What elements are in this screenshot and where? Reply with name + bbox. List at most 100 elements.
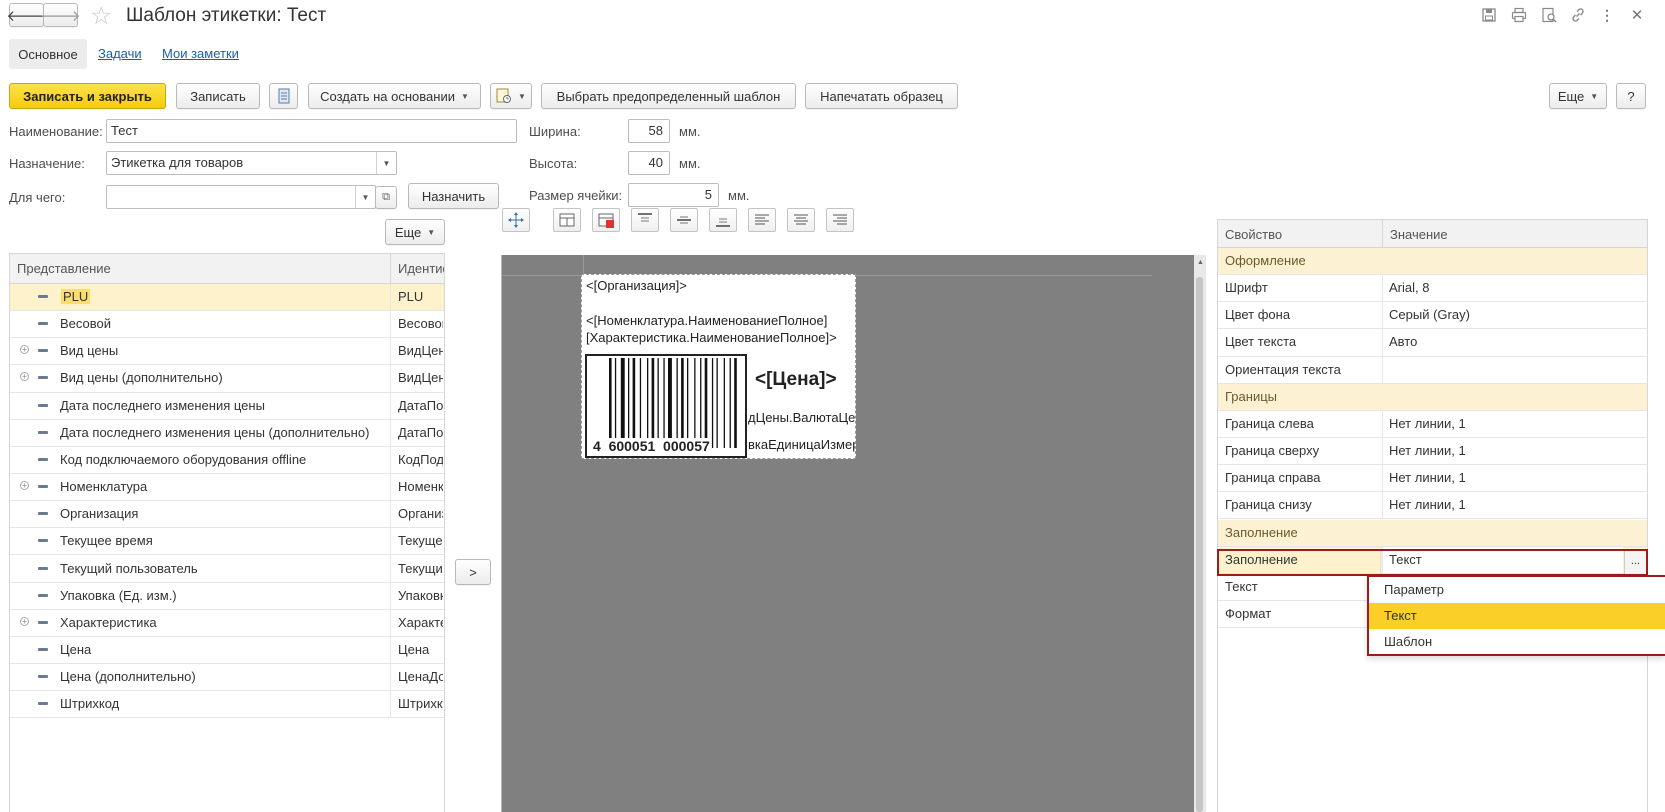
property-row[interactable]: Граница слева Нет линии, 1: [1218, 410, 1647, 439]
property-value[interactable]: Arial, 8: [1389, 280, 1429, 295]
property-group-row[interactable]: Заполнение: [1218, 519, 1647, 547]
column-header-property[interactable]: Свойство: [1225, 227, 1282, 242]
expand-icon[interactable]: +: [20, 616, 29, 626]
field-row[interactable]: + Вид цены (дополнительно) ВидЦены: [10, 365, 444, 393]
help-button[interactable]: ?: [1616, 83, 1646, 109]
align-top-button[interactable]: [631, 208, 659, 232]
field-row[interactable]: Цена Цена: [10, 637, 444, 665]
column-header-value[interactable]: Значение: [1390, 227, 1448, 242]
label-price-cell[interactable]: <[Цена]>: [755, 369, 837, 391]
print-sample-button[interactable]: Напечатать образец: [805, 83, 958, 109]
canvas-scrollbar[interactable]: ▲: [1194, 255, 1206, 812]
property-row[interactable]: Граница сверху Нет линии, 1: [1218, 438, 1647, 466]
field-row[interactable]: Организация Организ: [10, 501, 444, 529]
preview-icon[interactable]: [1540, 6, 1558, 24]
transfer-button[interactable]: >: [455, 559, 491, 585]
label-canvas[interactable]: ▲ <[Организация]> <[Номенклатура.Наимено…: [501, 255, 1206, 812]
back-button[interactable]: 🡐: [6, 3, 47, 27]
move-tool-button[interactable]: [502, 208, 530, 232]
tab-tasks[interactable]: Задачи: [98, 46, 142, 61]
field-row[interactable]: PLU PLU: [10, 284, 444, 312]
tab-tasks-link[interactable]: Задачи: [98, 46, 142, 61]
tab-notes[interactable]: Мои заметки: [162, 46, 239, 61]
field-row[interactable]: Код подключаемого оборудования offline Ко…: [10, 447, 444, 475]
link-icon[interactable]: [1569, 6, 1587, 24]
document-list-button[interactable]: [269, 83, 298, 109]
property-value[interactable]: Серый (Gray): [1389, 307, 1470, 322]
property-row[interactable]: Граница снизу Нет линии, 1: [1218, 492, 1647, 520]
label-paper[interactable]: <[Организация]> <[Номенклатура.Наименова…: [581, 274, 856, 459]
width-field[interactable]: 58: [628, 119, 670, 143]
label-nomen-line1[interactable]: <[Номенклатура.НаименованиеПолное]: [586, 313, 827, 328]
label-nomen-line2[interactable]: [Характеристика.НаименованиеПолное]>: [586, 330, 837, 345]
label-unit-cell[interactable]: вкаЕдиницаИзмер: [748, 437, 855, 452]
tab-notes-link[interactable]: Мои заметки: [162, 46, 239, 61]
purpose-select[interactable]: Этикетка для товаров ▼: [106, 151, 397, 175]
name-field[interactable]: Тест: [106, 119, 517, 143]
column-header-identifier[interactable]: Идентификатор: [398, 261, 444, 276]
property-row[interactable]: Граница справа Нет линии, 1: [1218, 465, 1647, 493]
save-icon[interactable]: [1480, 6, 1498, 24]
property-row[interactable]: Шрифт Arial, 8: [1218, 275, 1647, 303]
ellipsis-button[interactable]: ...: [1624, 551, 1646, 574]
more-button[interactable]: Еще ▼: [1549, 83, 1607, 109]
field-row[interactable]: Весовой Весовой: [10, 311, 444, 339]
save-and-close-button[interactable]: Записать и закрыть: [9, 83, 166, 109]
save-button[interactable]: Записать: [176, 83, 260, 109]
dropdown-option[interactable]: Текст: [1369, 603, 1665, 629]
align-left-button[interactable]: [748, 208, 776, 232]
property-row[interactable]: Ориентация текста: [1218, 356, 1647, 384]
report-menu-button[interactable]: ▼: [490, 83, 532, 109]
split-cells-button[interactable]: [592, 208, 620, 232]
property-row[interactable]: Цвет фона Серый (Gray): [1218, 302, 1647, 330]
for-select[interactable]: ▼: [106, 185, 376, 209]
chevron-down-icon[interactable]: ▼: [376, 152, 396, 174]
assign-button[interactable]: Назначить: [408, 183, 499, 209]
align-middle-button[interactable]: [670, 208, 698, 232]
property-value[interactable]: Авто: [1389, 334, 1417, 349]
fill-value-editor[interactable]: ...: [1217, 549, 1648, 576]
property-group-row[interactable]: Оформление: [1218, 248, 1647, 276]
property-group-row[interactable]: Границы: [1218, 383, 1647, 411]
field-row[interactable]: Упаковка (Ед. изм.) Упаковк: [10, 583, 444, 610]
field-row[interactable]: Дата последнего изменения цены ДатаПо: [10, 393, 444, 420]
field-row[interactable]: Цена (дополнительно) ЦенаДо: [10, 664, 444, 692]
favorite-star-icon[interactable]: ☆: [90, 1, 112, 31]
align-right-button[interactable]: [826, 208, 854, 232]
forward-button[interactable]: 🡒: [40, 3, 81, 27]
merge-cells-button[interactable]: [553, 208, 581, 232]
field-row[interactable]: + Вид цены ВидЦены: [10, 338, 444, 366]
cell-size-field[interactable]: 5: [628, 183, 719, 207]
choose-template-button[interactable]: Выбрать предопределенный шаблон: [541, 83, 796, 109]
property-value[interactable]: Нет линии, 1: [1389, 470, 1466, 485]
expand-icon[interactable]: +: [20, 481, 29, 491]
align-center-button[interactable]: [787, 208, 815, 232]
field-row[interactable]: Штрихкод Штрихк: [10, 691, 444, 719]
dropdown-option[interactable]: Шаблон: [1369, 629, 1665, 655]
label-currency-cell[interactable]: дЦены.ВалютаЦе: [748, 410, 855, 425]
column-header-representation[interactable]: Представление: [17, 261, 111, 276]
open-link-button[interactable]: ⧉: [375, 186, 397, 209]
property-value[interactable]: Нет линии, 1: [1389, 443, 1466, 458]
expand-icon[interactable]: +: [20, 345, 29, 355]
field-row[interactable]: + Номенклатура Номенк: [10, 474, 444, 502]
height-field[interactable]: 40: [628, 151, 670, 175]
fill-type-dropdown[interactable]: Параметр Текст Шаблон: [1367, 575, 1665, 656]
expand-icon[interactable]: +: [20, 372, 29, 382]
field-row[interactable]: + Характеристика Характе: [10, 610, 444, 637]
property-value[interactable]: Нет линии, 1: [1389, 497, 1466, 512]
scrollbar-thumb[interactable]: [1196, 277, 1203, 812]
field-row[interactable]: Текущий пользователь Текущи: [10, 556, 444, 583]
tab-main[interactable]: Основное: [9, 39, 87, 69]
chevron-down-icon[interactable]: ▼: [355, 186, 375, 208]
property-row[interactable]: Цвет текста Авто: [1218, 329, 1647, 357]
more-vertical-icon[interactable]: ⋮: [1598, 6, 1616, 24]
close-icon[interactable]: ✕: [1628, 6, 1646, 24]
left-more-button[interactable]: Еще ▼: [385, 219, 445, 245]
print-icon[interactable]: [1510, 6, 1528, 24]
field-row[interactable]: Дата последнего изменения цены (дополнит…: [10, 420, 444, 447]
dropdown-option[interactable]: Параметр: [1369, 577, 1665, 603]
align-bottom-button[interactable]: [709, 208, 737, 232]
field-row[interactable]: Текущее время Текуще: [10, 528, 444, 556]
barcode[interactable]: 4 600051 000057: [585, 354, 747, 458]
